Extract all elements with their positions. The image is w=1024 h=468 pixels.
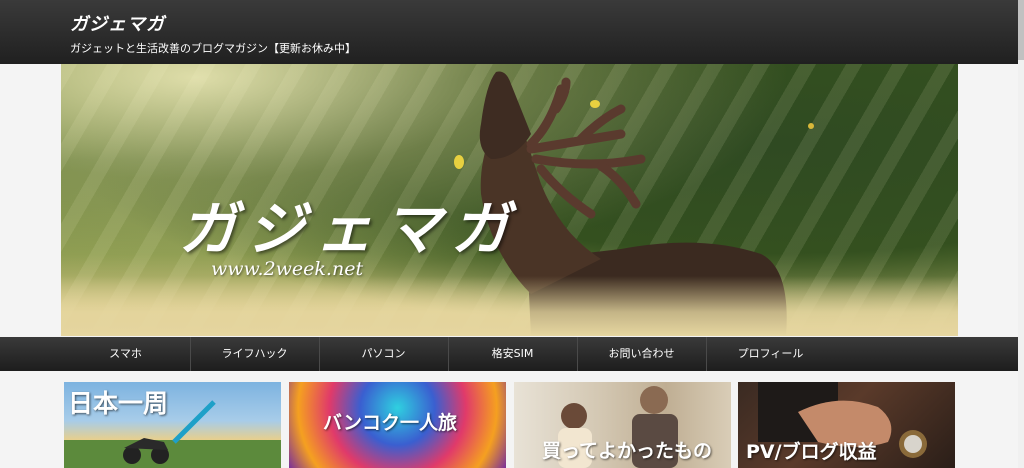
nav-item-contact[interactable]: お問い合わせ: [577, 337, 707, 371]
featured-card-japan-tour[interactable]: 日本一周: [64, 382, 281, 468]
scrollbar-thumb[interactable]: [1018, 0, 1024, 60]
nav-item-pc[interactable]: パソコン: [319, 337, 449, 371]
nav-item-lifehack[interactable]: ライフハック: [190, 337, 320, 371]
card-label: PV/ブログ収益: [746, 441, 877, 463]
card-label: 買ってよかったもの: [542, 440, 713, 462]
card-label: 日本一周: [68, 389, 169, 418]
nav-item-cheap-sim[interactable]: 格安SIM: [448, 337, 578, 371]
grass-field: [61, 276, 958, 336]
featured-card-good-purchases[interactable]: 買ってよかったもの: [514, 382, 731, 468]
hero-title: ガジェマガ: [179, 195, 520, 263]
featured-card-bangkok-trip[interactable]: バンコク一人旅: [289, 382, 506, 468]
card-label: バンコク一人旅: [323, 412, 457, 434]
hero-banner: ガジェマガ www.2week.net: [61, 64, 958, 336]
page-scrollbar[interactable]: [1018, 0, 1024, 468]
nav-item-smartphone[interactable]: スマホ: [61, 337, 191, 371]
nav-item-profile[interactable]: プロフィール: [706, 337, 835, 371]
featured-card-pv-blog-revenue[interactable]: PV/ブログ収益: [738, 382, 955, 468]
site-title[interactable]: ガジェマガ: [70, 10, 165, 36]
hero-url: www.2week.net: [211, 258, 364, 280]
site-header: ガジェマガ ガジェットと生活改善のブログマガジン【更新お休み中】: [0, 0, 1018, 64]
site-tagline: ガジェットと生活改善のブログマガジン【更新お休み中】: [70, 42, 356, 55]
main-nav: スマホ ライフハック パソコン 格安SIM お問い合わせ プロフィール: [0, 337, 1018, 371]
